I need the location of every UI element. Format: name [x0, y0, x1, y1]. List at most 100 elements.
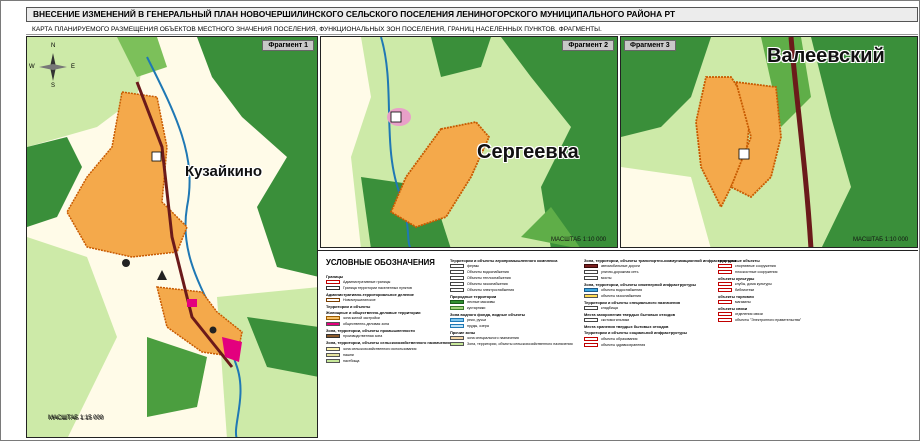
legend-item-label: кустарники	[467, 306, 486, 311]
fragment-3-panel[interactable]: Фрагмент 3 Валеевский МАСШТАБ 1:10 000	[620, 36, 918, 248]
compass-south: S	[51, 83, 56, 89]
legend-item-label: автомобильные дороги	[601, 264, 640, 269]
legend-swatch	[326, 280, 340, 285]
legend-item: плоскостные сооружения	[718, 269, 838, 275]
legend-swatch	[450, 336, 464, 341]
legend-swatch	[326, 358, 340, 363]
legend-title: УСЛОВНЫЕ ОБОЗНАЧЕНИЯ	[326, 258, 435, 267]
legend-item-label: Административные границы	[343, 280, 391, 285]
legend-swatch	[718, 288, 732, 293]
legend-swatch	[450, 282, 464, 287]
legend-swatch	[584, 264, 598, 269]
legend-item: Новочершилинское	[326, 297, 446, 303]
legend-swatch	[450, 324, 464, 329]
legend-swatch	[718, 318, 732, 323]
compass-north: N	[51, 43, 56, 49]
fragment-1-place: Кузайкино	[185, 163, 263, 180]
legend-item-label: Объекты электроснабжения	[467, 288, 515, 293]
legend-item-label: Объекты газоснабжения	[467, 282, 508, 287]
legend-heading: Территории и объекты	[326, 304, 371, 310]
legend-panel: УСЛОВНЫЕ ОБОЗНАЧЕНИЯ Границы Администрати…	[318, 250, 918, 438]
legend-item: объекты газоснабжения	[584, 293, 714, 299]
legend-item-label: мосты	[601, 276, 612, 281]
legend-item: производственная зона	[326, 333, 446, 339]
legend-item-label: клубы, дома культуры	[735, 282, 772, 287]
legend-item-label: объекты "Электронного правительства"	[735, 318, 802, 323]
legend-item-label: пруды, озера	[467, 324, 489, 329]
legend-item-label: зона жилой застройки	[343, 316, 380, 321]
legend-item: Зона, территории, объекты сельскохозяйст…	[450, 341, 580, 347]
legend-item-label: пашни	[343, 352, 354, 357]
legend-swatch	[584, 294, 598, 299]
legend-item-label: плоскостные сооружения	[735, 270, 778, 275]
legend-item-label: спортивные сооружения	[735, 264, 776, 269]
fragment-3-scale: МАСШТАБ 1:10 000	[853, 237, 909, 243]
legend-item-label: фермы	[467, 264, 480, 269]
legend-swatch	[450, 276, 464, 281]
fragment-1-panel[interactable]: N S W E Фрагмент 1 Кузайкино МАСШТАБ 1:1…	[26, 36, 318, 438]
legend-swatch	[326, 298, 340, 303]
sheet-subtitle: КАРТА ПЛАНИРУЕМОГО РАЗМЕЩЕНИЯ ОБЪЕКТОВ М…	[26, 24, 918, 35]
legend-item: общественно-деловая зона	[326, 321, 446, 327]
legend-heading: Зона, территории, объекты инженерной инф…	[584, 282, 696, 288]
legend-item: объекты "Электронного правительства"	[718, 317, 838, 323]
legend-swatch	[584, 318, 598, 323]
legend-item: Объекты электроснабжения	[450, 287, 580, 293]
main-scale-label: МАСШТАБ 1:15 000	[48, 415, 104, 421]
legend-swatch	[718, 312, 732, 317]
legend-item: кладбища	[584, 305, 714, 311]
fragment-3-label: Фрагмент 3	[624, 40, 676, 51]
legend-item: пастбища	[326, 358, 446, 364]
legend-item-label: Новочершилинское	[343, 298, 376, 303]
legend-item-label: Граница территории населенных пунктов	[343, 286, 412, 291]
legend-item-label: Зона, территории, объекты сельскохозяйст…	[467, 342, 573, 347]
legend-item: Граница территории населенных пунктов	[326, 285, 446, 291]
legend-swatch	[718, 270, 732, 275]
legend-item-label: магазины	[735, 300, 751, 305]
legend-item-label: объекты водоснабжения	[601, 288, 643, 293]
legend-item-label: улично-дорожная сеть	[601, 270, 639, 275]
legend-column-1: Границы Административные границы Граница т…	[326, 273, 450, 364]
legend-item: скотомогильники	[584, 317, 714, 323]
legend-heading: Зона, территории, объекты сельскохозяйст…	[326, 340, 450, 346]
legend-swatch	[584, 288, 598, 293]
legend-swatch	[718, 300, 732, 305]
legend-item-label: объекты здравоохранения	[601, 342, 646, 347]
sheet-title: ВНЕСЕНИЕ ИЗМЕНЕНИЙ В ГЕНЕРАЛЬНЫЙ ПЛАН НО…	[26, 7, 918, 22]
legend-heading: Зона, территории, объекты транспортно-ко…	[584, 258, 736, 263]
legend-item-label: Объекты водоснабжения	[467, 270, 509, 275]
fragment-1-map	[27, 37, 317, 437]
legend-swatch	[326, 322, 340, 327]
legend-swatch	[584, 276, 598, 281]
legend-item: библиотеки	[718, 287, 838, 293]
legend-swatch	[450, 306, 464, 311]
legend-item-label: кладбища	[601, 306, 618, 311]
fragment-3-map	[621, 37, 917, 247]
legend-swatch	[718, 264, 732, 269]
legend-item-label: производственная зона	[343, 334, 383, 339]
legend-swatch	[450, 318, 464, 323]
legend-swatch	[326, 286, 340, 291]
legend-column-3: Зона, территории, объекты транспортно-ко…	[584, 257, 736, 348]
fragment-2-panel[interactable]: Фрагмент 2 Сергеевка МАСШТАБ 1:10 000	[320, 36, 618, 248]
legend-item-label: скотомогильники	[601, 318, 630, 323]
legend-item: кустарники	[450, 305, 580, 311]
legend-swatch	[450, 264, 464, 269]
legend-swatch	[584, 270, 598, 275]
compass-east: E	[71, 64, 76, 70]
fragment-2-place: Сергеевка	[477, 141, 579, 163]
legend-swatch	[584, 342, 598, 347]
fragment-3-place: Валеевский	[767, 45, 885, 67]
legend-item-label: отделения связи	[735, 312, 763, 317]
legend-swatch	[326, 352, 340, 357]
legend-swatch	[450, 288, 464, 293]
legend-heading: Места хранения твердых бытовых отходов	[584, 324, 669, 330]
legend-item: магазины	[718, 299, 838, 305]
legend-column-4: спортивные объекты спортивные сооружения п…	[718, 257, 838, 323]
legend-swatch	[450, 270, 464, 275]
legend-swatch	[584, 306, 598, 311]
legend-item: объекты здравоохранения	[584, 342, 714, 348]
legend-swatch	[450, 342, 464, 347]
legend-swatch	[450, 300, 464, 305]
legend-swatch	[326, 316, 340, 321]
